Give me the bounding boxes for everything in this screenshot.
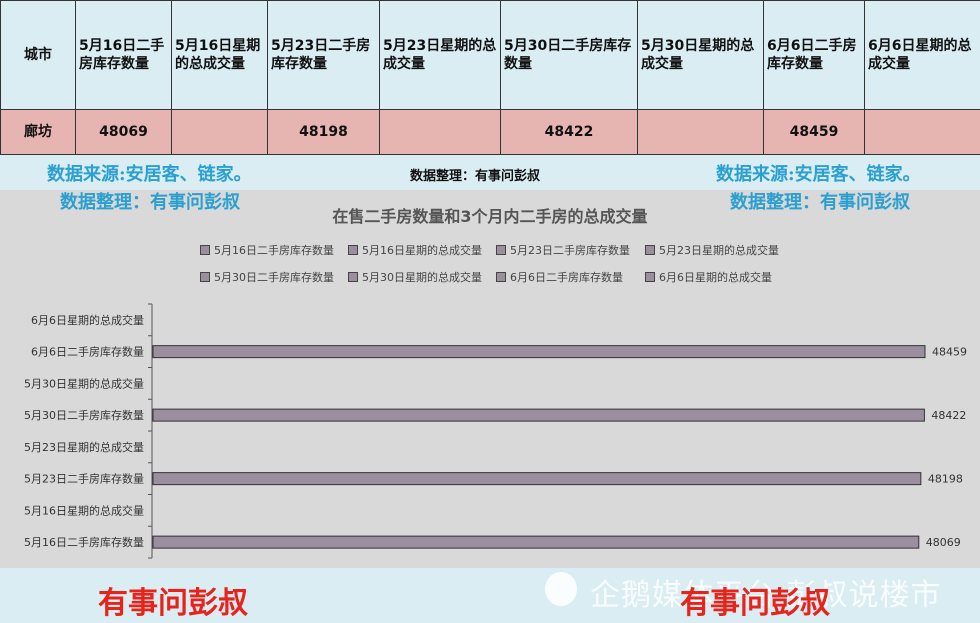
bar	[152, 472, 922, 486]
category-label: 5月23日二手房库存数量	[24, 472, 144, 486]
data-label: 48069	[926, 536, 961, 549]
data-label: 48422	[931, 409, 966, 422]
bar	[152, 345, 926, 359]
bar-chart: 5月16日二手房库存数量 48069 5月16日星期的总成交量 5月23日二手房库存数…	[24, 303, 967, 559]
category-label: 5月30日星期的总成交量	[24, 376, 144, 390]
watermark-right: 有事问彭叔	[680, 586, 830, 621]
category-label: 5月16日星期的总成交量	[24, 503, 144, 517]
category-label: 6月6日二手房库存数量	[31, 345, 144, 359]
category-label: 5月30日二手房库存数量	[24, 408, 144, 422]
bar	[152, 535, 920, 549]
watermark-left: 有事问彭叔	[98, 586, 248, 621]
bar	[152, 408, 925, 422]
penguin-logo-icon	[545, 572, 577, 606]
category-label: 5月16日二手房库存数量	[24, 535, 144, 549]
data-label: 48198	[928, 473, 963, 486]
category-label: 6月6日星期的总成交量	[31, 313, 144, 327]
category-label: 5月23日星期的总成交量	[24, 440, 144, 454]
data-label: 48459	[932, 346, 967, 359]
